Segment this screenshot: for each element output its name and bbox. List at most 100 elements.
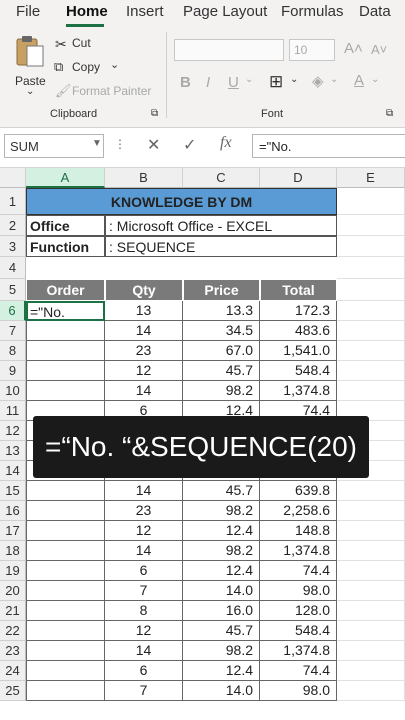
qty-cell[interactable]: 12 [105, 361, 183, 381]
cancel-icon[interactable]: ✕ [147, 135, 160, 155]
total-cell[interactable]: 74.4 [260, 561, 337, 581]
row-header-22[interactable]: 22 [0, 621, 26, 641]
order-cell[interactable] [26, 641, 105, 661]
total-cell[interactable]: 483.6 [260, 321, 337, 341]
total-cell[interactable]: 74.4 [260, 661, 337, 681]
tab-file[interactable]: File [16, 3, 40, 20]
qty-cell[interactable]: 12 [105, 521, 183, 541]
empty-cell[interactable] [337, 481, 405, 501]
qty-cell[interactable]: 6 [105, 661, 183, 681]
borders-icon[interactable]: ⊞ [269, 72, 283, 92]
empty-cell[interactable] [337, 279, 405, 301]
qty-cell[interactable]: 6 [105, 561, 183, 581]
row-header-4[interactable]: 4 [0, 257, 26, 279]
column-header-b[interactable]: B [105, 168, 183, 188]
total-cell[interactable]: 548.4 [260, 621, 337, 641]
total-cell[interactable]: 98.0 [260, 581, 337, 601]
paste-button[interactable]: Paste ⌄ [10, 34, 50, 97]
column-header-a[interactable]: A [26, 168, 105, 188]
row-header-7[interactable]: 7 [0, 321, 26, 341]
order-cell[interactable] [26, 681, 105, 701]
order-cell[interactable] [26, 521, 105, 541]
office-label[interactable]: Office [26, 215, 105, 236]
cut-button[interactable]: Cut [72, 36, 91, 50]
active-cell-a6[interactable]: ="No. [26, 301, 105, 321]
row-header-11[interactable]: 11 [0, 401, 26, 421]
empty-cell[interactable] [337, 321, 405, 341]
qty-cell[interactable]: 8 [105, 601, 183, 621]
row-header-24[interactable]: 24 [0, 661, 26, 681]
row-header-10[interactable]: 10 [0, 381, 26, 401]
empty-cell[interactable] [337, 641, 405, 661]
header-total[interactable]: Total [260, 279, 337, 301]
cut-icon[interactable]: ✂ [55, 36, 67, 53]
price-cell[interactable]: 12.4 [183, 561, 260, 581]
row-header-12[interactable]: 12 [0, 421, 26, 441]
row-header-14[interactable]: 14 [0, 461, 26, 481]
price-cell[interactable]: 34.5 [183, 321, 260, 341]
order-cell[interactable] [26, 541, 105, 561]
tab-formulas[interactable]: Formulas [281, 3, 344, 20]
price-cell[interactable]: 45.7 [183, 361, 260, 381]
qty-cell[interactable]: 23 [105, 501, 183, 521]
tab-page-layout[interactable]: Page Layout [183, 3, 267, 20]
empty-cell[interactable] [337, 541, 405, 561]
font-dialog-launcher-icon[interactable]: ⧉ [386, 108, 393, 119]
order-cell[interactable] [26, 561, 105, 581]
order-cell[interactable] [26, 661, 105, 681]
row-header-13[interactable]: 13 [0, 441, 26, 461]
total-cell[interactable]: 148.8 [260, 521, 337, 541]
chevron-down-icon[interactable]: ⌄ [26, 86, 34, 97]
total-cell[interactable]: 1,374.8 [260, 381, 337, 401]
copy-button[interactable]: Copy [72, 60, 100, 74]
total-cell[interactable]: 172.3 [260, 301, 337, 321]
qty-cell[interactable]: 14 [105, 481, 183, 501]
fill-color-icon[interactable]: ◈ [312, 72, 324, 90]
price-cell[interactable]: 98.2 [183, 381, 260, 401]
empty-cell[interactable] [337, 661, 405, 681]
header-price[interactable]: Price [183, 279, 260, 301]
order-cell[interactable] [26, 621, 105, 641]
qty-cell[interactable]: 14 [105, 541, 183, 561]
tab-home[interactable]: Home [66, 3, 108, 20]
total-cell[interactable]: 548.4 [260, 361, 337, 381]
order-cell[interactable] [26, 341, 105, 361]
row-header-5[interactable]: 5 [0, 279, 26, 301]
row-header-9[interactable]: 9 [0, 361, 26, 381]
header-order[interactable]: Order [26, 279, 105, 301]
price-cell[interactable]: 16.0 [183, 601, 260, 621]
empty-cell[interactable] [337, 361, 405, 381]
price-cell[interactable]: 98.2 [183, 641, 260, 661]
empty-cell[interactable] [337, 501, 405, 521]
column-header-c[interactable]: C [183, 168, 260, 188]
tab-data[interactable]: Data [359, 3, 391, 20]
insert-function-icon[interactable]: fx [220, 134, 232, 152]
fill-dropdown-icon[interactable]: ⌄ [330, 74, 338, 85]
qty-cell[interactable]: 14 [105, 381, 183, 401]
empty-cell[interactable] [337, 581, 405, 601]
order-cell[interactable] [26, 381, 105, 401]
row-header-6[interactable]: 6 [0, 301, 26, 321]
format-painter-icon[interactable]: 🖌 [55, 83, 72, 99]
row-header-16[interactable]: 16 [0, 501, 26, 521]
empty-cell[interactable] [337, 381, 405, 401]
office-value[interactable]: : Microsoft Office - EXCEL [105, 215, 337, 236]
price-cell[interactable]: 67.0 [183, 341, 260, 361]
total-cell[interactable]: 128.0 [260, 601, 337, 621]
empty-cell[interactable] [337, 621, 405, 641]
empty-cell[interactable] [337, 341, 405, 361]
total-cell[interactable]: 639.8 [260, 481, 337, 501]
row-header-25[interactable]: 25 [0, 681, 26, 701]
dialog-launcher-icon[interactable]: ⧉ [151, 108, 158, 119]
underline-icon[interactable]: U [228, 74, 239, 91]
row-header-15[interactable]: 15 [0, 481, 26, 501]
enter-icon[interactable]: ✓ [183, 135, 196, 155]
row-header-3[interactable]: 3 [0, 236, 26, 257]
sheet-title[interactable]: KNOWLEDGE BY DM [26, 188, 337, 215]
column-header-e[interactable]: E [337, 168, 405, 188]
total-cell[interactable]: 1,374.8 [260, 541, 337, 561]
decrease-font-icon[interactable]: A˅ [371, 42, 387, 57]
empty-cell[interactable] [337, 561, 405, 581]
order-cell[interactable] [26, 321, 105, 341]
empty-cell[interactable] [337, 188, 405, 215]
